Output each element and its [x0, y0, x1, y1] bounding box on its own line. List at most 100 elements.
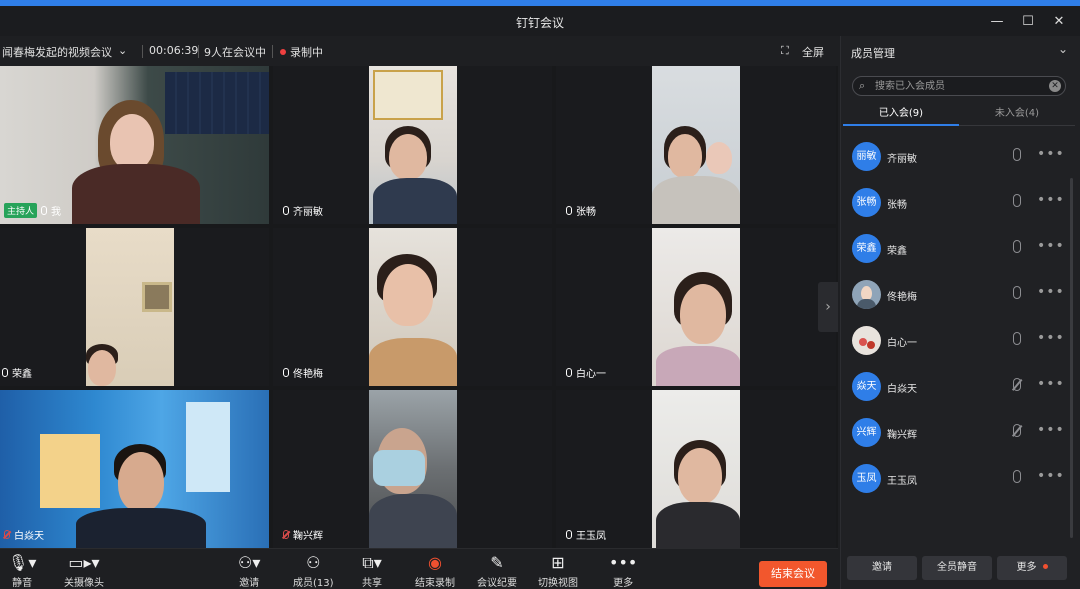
- minutes-button[interactable]: ✎ 会议纪要: [477, 553, 517, 589]
- microphone-icon[interactable]: [1013, 470, 1021, 483]
- record-icon: ◉: [428, 553, 442, 572]
- more-icon[interactable]: •••: [1037, 284, 1065, 300]
- more-button[interactable]: 更多: [997, 556, 1067, 580]
- camera-button[interactable]: ▭▸▾ 关摄像头: [64, 553, 104, 589]
- search-input[interactable]: [875, 78, 1040, 94]
- more-icon[interactable]: •••: [1037, 330, 1065, 346]
- member-row[interactable]: 玉凤 王玉凤 •••: [841, 456, 1067, 502]
- title-bar: 钉钉会议 — ☐ ✕: [0, 0, 1080, 36]
- mic-muted-icon: [4, 530, 10, 539]
- tile-label: 主持人 我: [4, 203, 61, 218]
- add-user-icon: ⚇▾: [238, 553, 261, 572]
- invite-button[interactable]: 邀请: [847, 556, 917, 580]
- mic-icon: [566, 206, 572, 215]
- more-icon[interactable]: •••: [1037, 146, 1065, 162]
- member-row[interactable]: 张畅 张畅 •••: [841, 180, 1067, 226]
- video-tile[interactable]: 王玉凤: [556, 390, 836, 548]
- window-title: 钉钉会议: [515, 16, 564, 30]
- mic-muted-icon[interactable]: [1013, 424, 1021, 437]
- more-icon: •••: [609, 553, 638, 572]
- tile-label: 佟艳梅: [283, 365, 323, 380]
- more-icon[interactable]: •••: [1037, 238, 1065, 254]
- member-search[interactable]: ⌕ ✕: [852, 76, 1066, 96]
- panel-title: 成员管理: [851, 47, 895, 60]
- switch-view-button[interactable]: ⊞ 切换视图: [538, 553, 578, 589]
- tile-label: 王玉凤: [566, 527, 606, 542]
- mic-icon: [41, 206, 48, 215]
- video-tile[interactable]: 白焱天: [0, 390, 269, 548]
- microphone-icon[interactable]: [1013, 286, 1021, 299]
- member-row[interactable]: 佟艳梅 •••: [841, 272, 1067, 318]
- video-tile[interactable]: 白心一: [556, 228, 836, 386]
- chevron-right-icon[interactable]: ›: [818, 282, 838, 332]
- meeting-toolbar: 🎙︎▾ 静音 ▭▸▾ 关摄像头 ⚇▾ 邀请 ⚇ 成员(13) ⧉▾ 共享 ◉ 结…: [0, 548, 838, 589]
- chevron-down-icon[interactable]: ⌄: [1058, 42, 1068, 56]
- more-icon[interactable]: •••: [1037, 376, 1065, 392]
- microphone-icon[interactable]: [1013, 332, 1021, 345]
- meeting-title[interactable]: 闻春梅发起的视频会议: [2, 44, 112, 60]
- video-tile[interactable]: 张畅: [556, 66, 836, 224]
- notification-dot-icon: [1042, 564, 1048, 569]
- avatar: [852, 326, 881, 355]
- meeting-info-bar: 闻春梅发起的视频会议 ⌄ 00:06:39 9人在会议中 录制中 ⛶ 全屏: [0, 36, 838, 66]
- video-tile[interactable]: 主持人 我: [0, 66, 269, 224]
- avatar: 荣鑫: [852, 234, 881, 263]
- member-row[interactable]: 荣鑫 荣鑫 •••: [841, 226, 1067, 272]
- share-button[interactable]: ⧉▾ 共享: [362, 553, 382, 589]
- avatar: 焱天: [852, 372, 881, 401]
- tile-label: 齐丽敏: [283, 203, 323, 218]
- microphone-icon[interactable]: [1013, 194, 1021, 207]
- tab-not-joined[interactable]: 未入会(4): [959, 104, 1075, 126]
- member-row[interactable]: 兴辉 鞠兴辉 •••: [841, 410, 1067, 456]
- microphone-icon[interactable]: [1013, 240, 1021, 253]
- end-recording-button[interactable]: ◉ 结束录制: [415, 553, 455, 589]
- more-icon[interactable]: •••: [1037, 192, 1065, 208]
- grid-view-icon: ⊞: [551, 553, 565, 572]
- close-icon[interactable]: ✕: [1044, 11, 1074, 33]
- chevron-down-icon[interactable]: ⌄: [118, 44, 127, 57]
- minimize-icon[interactable]: —: [982, 11, 1012, 33]
- more-icon[interactable]: •••: [1037, 468, 1065, 484]
- avatar: 张畅: [852, 188, 881, 217]
- mute-button[interactable]: 🎙︎▾ 静音: [8, 553, 36, 589]
- fullscreen-icon[interactable]: ⛶: [781, 44, 789, 58]
- member-name: 佟艳梅: [887, 292, 917, 303]
- member-row[interactable]: 焱天 白焱天 •••: [841, 364, 1067, 410]
- host-badge: 主持人: [4, 203, 38, 218]
- scrollbar[interactable]: [1070, 178, 1073, 538]
- minutes-icon: ✎: [490, 553, 504, 572]
- member-name: 白焱天: [887, 384, 917, 395]
- video-tile[interactable]: 齐丽敏: [273, 66, 552, 224]
- mic-icon: [566, 530, 572, 539]
- member-name: 荣鑫: [887, 246, 907, 257]
- maximize-icon[interactable]: ☐: [1013, 11, 1043, 33]
- mic-icon: [283, 206, 289, 215]
- member-row[interactable]: 白心一 •••: [841, 318, 1067, 364]
- clear-icon[interactable]: ✕: [1049, 80, 1061, 92]
- tile-label: 张畅: [566, 203, 596, 218]
- mute-all-button[interactable]: 全员静音: [922, 556, 992, 580]
- video-tile[interactable]: 鞠兴辉: [273, 390, 552, 548]
- member-name: 白心一: [887, 338, 917, 349]
- tab-joined[interactable]: 已入会(9): [843, 104, 959, 126]
- video-tile[interactable]: 佟艳梅: [273, 228, 552, 386]
- member-management-panel: 成员管理 ⌄ ⌕ ✕ 已入会(9) 未入会(4) 丽敏 齐丽敏 ••• 张畅 张…: [840, 36, 1080, 589]
- video-tile[interactable]: 荣鑫: [0, 228, 269, 386]
- member-name: 王玉凤: [887, 476, 917, 487]
- mic-muted-icon[interactable]: [1013, 378, 1021, 391]
- member-name: 齐丽敏: [887, 154, 917, 165]
- member-name: 张畅: [887, 200, 907, 211]
- fullscreen-button[interactable]: 全屏: [802, 44, 824, 60]
- recording-status: 录制中: [280, 44, 323, 60]
- member-row[interactable]: 丽敏 齐丽敏 •••: [841, 134, 1067, 180]
- members-button[interactable]: ⚇ 成员(13): [293, 553, 334, 589]
- end-meeting-button[interactable]: 结束会议: [759, 561, 827, 587]
- more-button[interactable]: ••• 更多: [609, 553, 637, 589]
- invite-button[interactable]: ⚇▾ 邀请: [238, 553, 260, 589]
- avatar: 丽敏: [852, 142, 881, 171]
- more-icon[interactable]: •••: [1037, 422, 1065, 438]
- tile-label: 白焱天: [4, 527, 44, 542]
- share-screen-icon: ⧉▾: [362, 553, 382, 572]
- mic-icon: [2, 368, 8, 377]
- microphone-icon[interactable]: [1013, 148, 1021, 161]
